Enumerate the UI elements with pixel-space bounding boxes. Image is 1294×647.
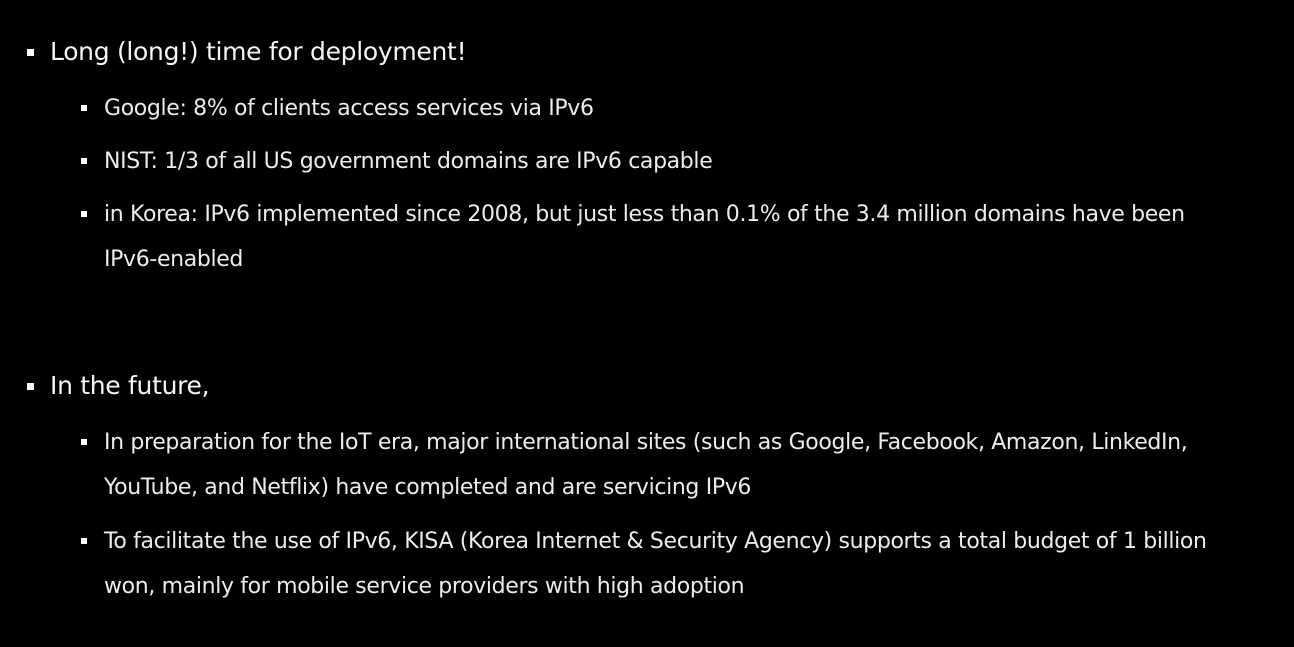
square-bullet-icon (27, 49, 34, 56)
bullet-text: NIST: 1/3 of all US government domains a… (104, 149, 713, 174)
square-bullet-icon (81, 158, 87, 164)
bullet-text: To facilitate the use of IPv6, KISA (Kor… (104, 529, 1207, 599)
square-bullet-icon (81, 439, 87, 445)
square-bullet-icon (27, 383, 34, 390)
heading-text: In the future, (50, 371, 210, 400)
square-bullet-icon (81, 211, 87, 217)
bullet-text: In preparation for the IoT era, major in… (104, 430, 1188, 500)
square-bullet-icon (81, 538, 87, 544)
bullet-text: in Korea: IPv6 implemented since 2008, b… (104, 202, 1185, 272)
slide: Long (long!) time for deployment! Google… (0, 0, 1294, 647)
square-bullet-icon (81, 105, 87, 111)
heading-text: Long (long!) time for deployment! (50, 37, 467, 66)
bullet-text: Google: 8% of clients access services vi… (104, 96, 594, 121)
